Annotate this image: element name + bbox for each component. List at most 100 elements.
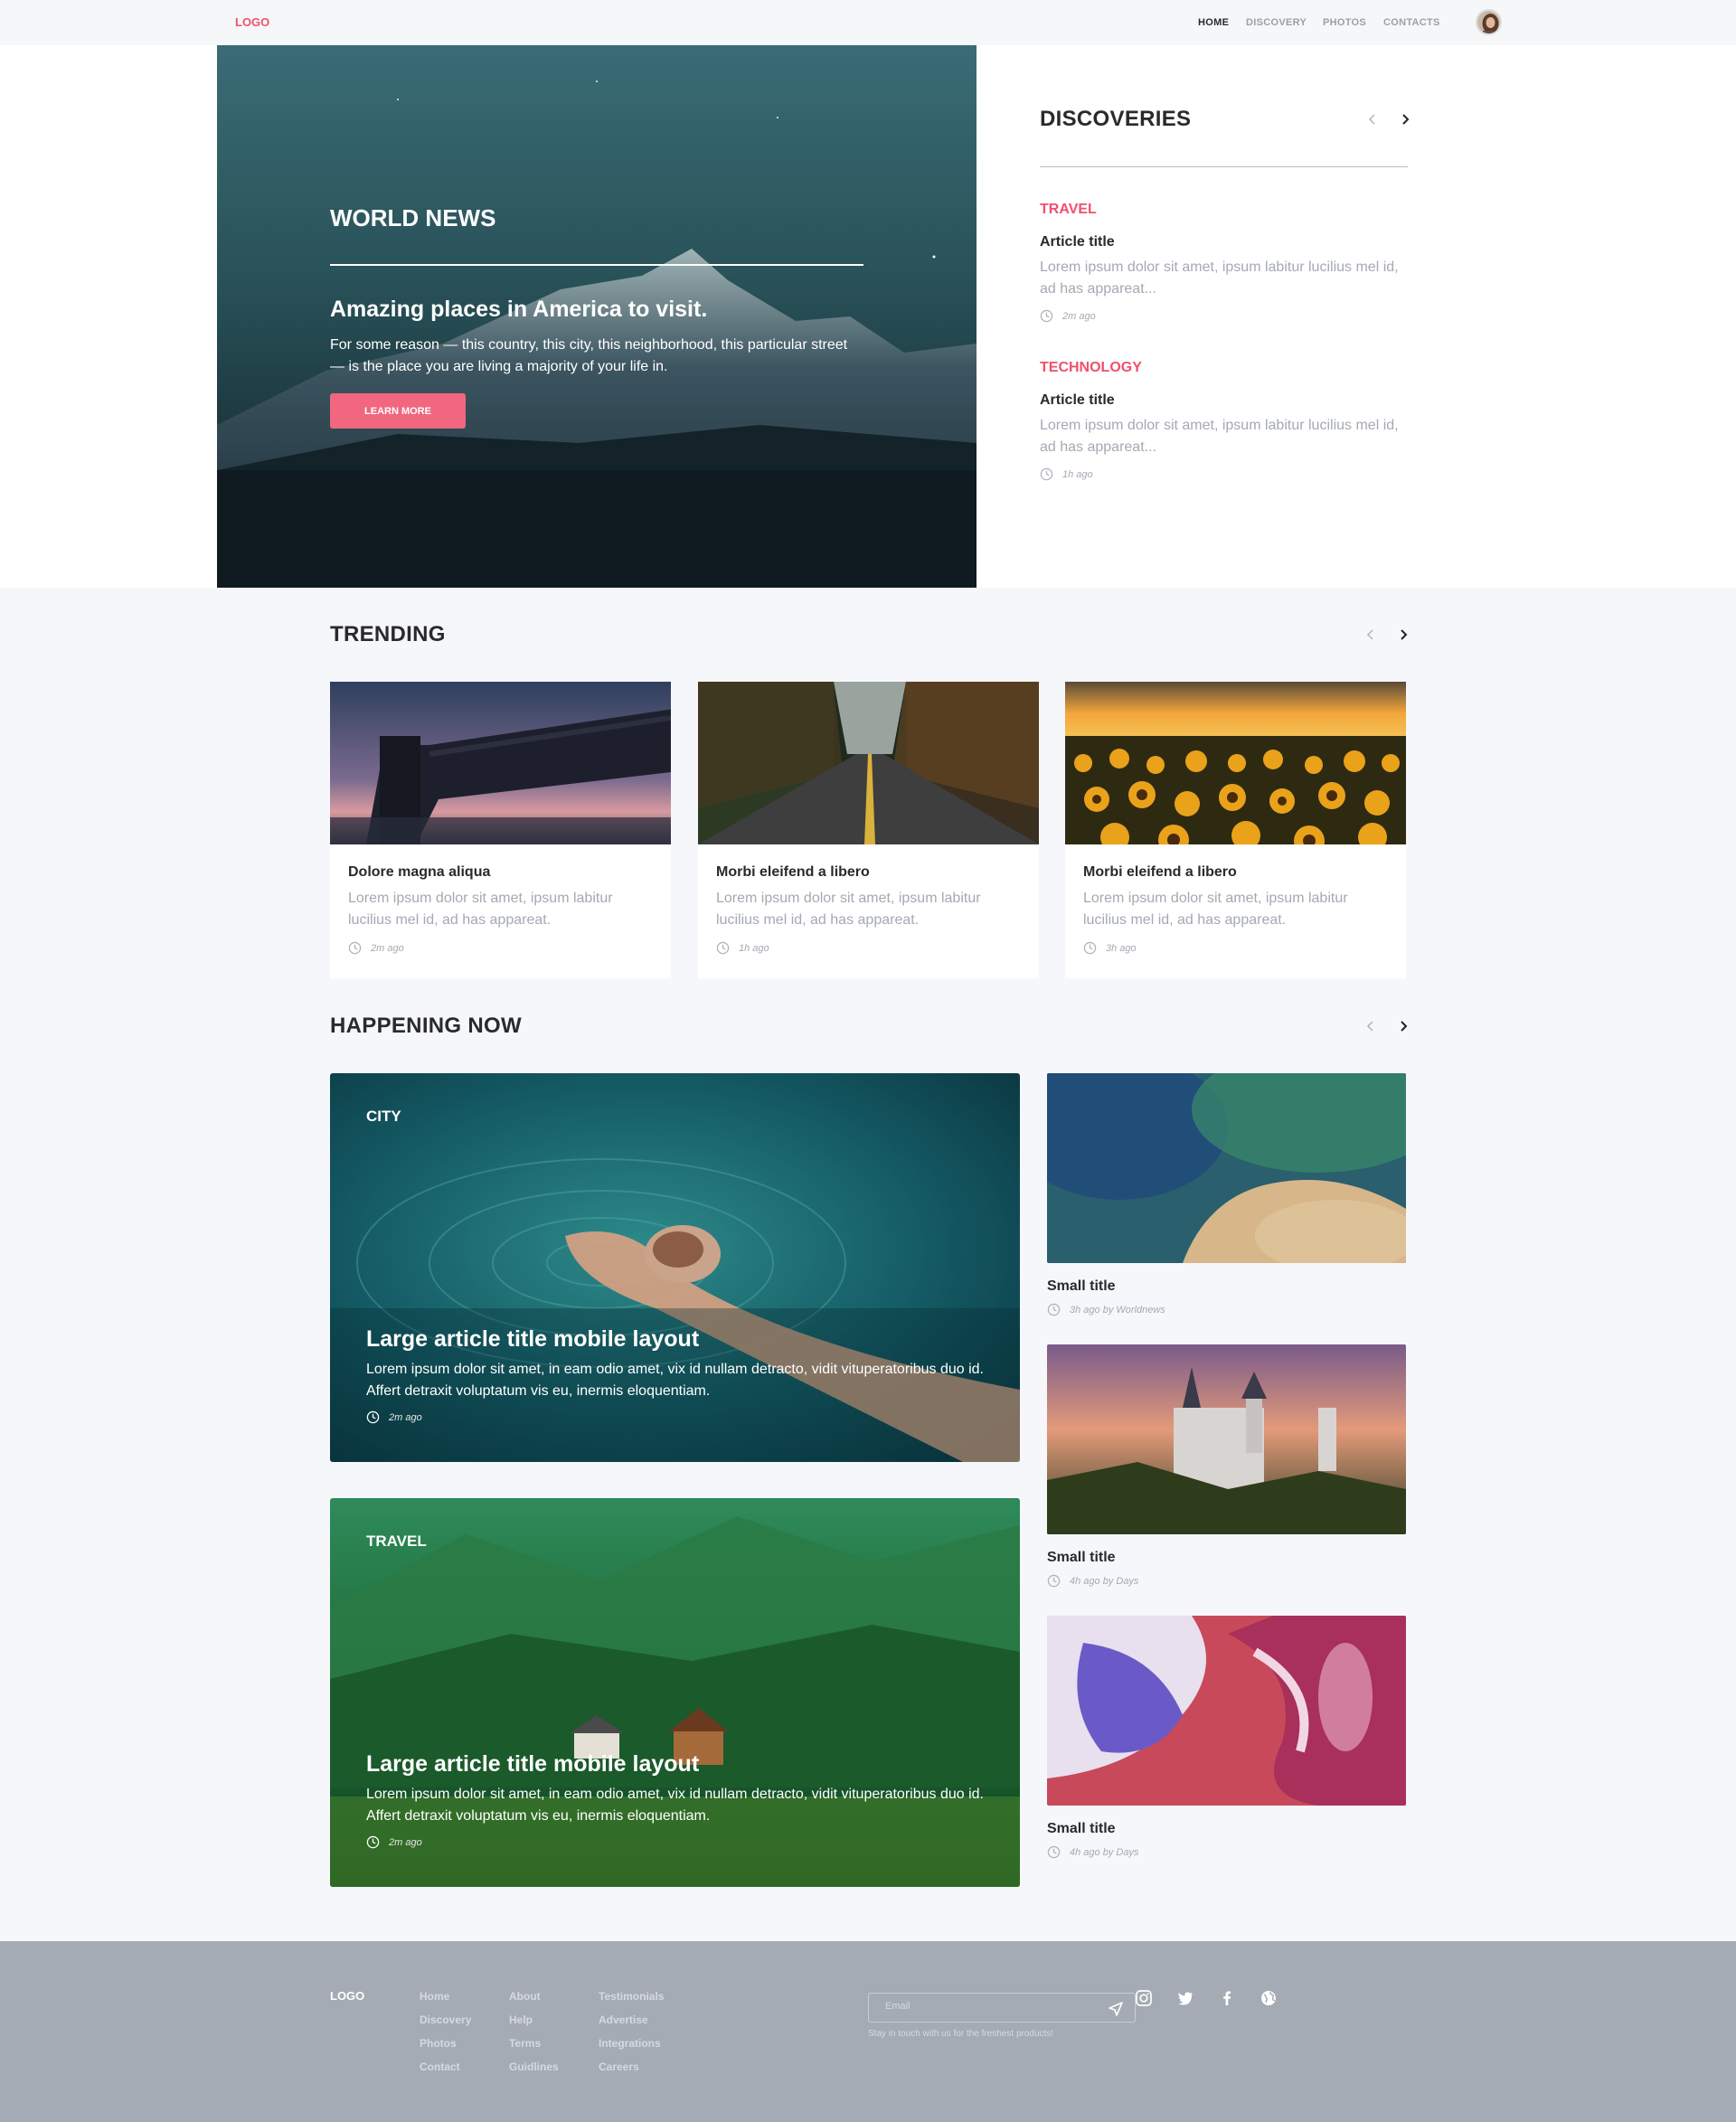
hero-banner: WORLD NEWS Amazing places in America to … (217, 45, 976, 588)
card-meta: 1h ago (716, 941, 769, 955)
card-time: 1h ago (739, 942, 769, 954)
footer-link-contact[interactable]: Contact (420, 2061, 460, 2073)
card-time: 3h ago (1106, 942, 1137, 954)
card-title: Morbi eleifend a libero (1083, 864, 1237, 880)
article-text: Lorem ipsum dolor sit amet, in eam odio … (366, 1787, 984, 1824)
article-title: Large article title mobile layout (366, 1326, 700, 1352)
footer-link-discovery[interactable]: Discovery (420, 2014, 471, 2026)
nav-link-home[interactable]: HOME (1198, 17, 1229, 28)
trending-card[interactable]: Morbi eleifend a libero Lorem ipsum dolo… (1065, 682, 1406, 978)
small-article-meta: 3h ago by Worldnews (1047, 1303, 1165, 1316)
clock-icon (1083, 941, 1097, 955)
clock-icon (366, 1835, 380, 1849)
card-text: Lorem ipsum dolor sit amet, ipsum labitu… (716, 891, 981, 928)
footer-link-integrations[interactable]: Integrations (599, 2037, 661, 2050)
user-avatar[interactable] (1476, 9, 1502, 35)
twitter-icon[interactable] (1175, 1988, 1195, 2008)
nav-link-contacts[interactable]: CONTACTS (1383, 17, 1440, 28)
footer-link-advertise[interactable]: Advertise (599, 2014, 648, 2026)
sunflower-field-image (1065, 682, 1406, 844)
card-meta: 3h ago (1083, 941, 1137, 955)
globe-icon[interactable] (1259, 1988, 1278, 2008)
footer-link-testimonials[interactable]: Testimonials (599, 1990, 664, 2003)
small-article-title[interactable]: Small title (1047, 1278, 1116, 1295)
trending-next-arrow[interactable] (1394, 626, 1412, 644)
newsletter-note: Stay in touch with us for the freshest p… (868, 2029, 1054, 2039)
discovery-category[interactable]: TECHNOLOGY (1040, 360, 1142, 376)
card-meta: 2m ago (348, 941, 404, 955)
discovery-category[interactable]: TRAVEL (1040, 202, 1097, 218)
email-input[interactable] (885, 2001, 1084, 2012)
large-article-card[interactable]: CITY Large article title mobile layout L… (330, 1073, 1020, 1462)
happening-prev-arrow[interactable] (1362, 1017, 1380, 1035)
footer-link-guidlines[interactable]: Guidlines (509, 2061, 559, 2073)
article-text: Lorem ipsum dolor sit amet, in eam odio … (366, 1362, 984, 1399)
chevron-right-icon (1401, 629, 1408, 640)
footer-link-help[interactable]: Help (509, 2014, 533, 2026)
happening-title: HAPPENING NOW (330, 1014, 522, 1038)
forest-road-image (698, 682, 1039, 844)
small-article-title[interactable]: Small title (1047, 1821, 1116, 1837)
large-article-card[interactable]: TRAVEL Large article title mobile layout… (330, 1498, 1020, 1887)
trending-prev-arrow[interactable] (1362, 626, 1380, 644)
card-title: Morbi eleifend a libero (716, 864, 870, 880)
hero-divider (330, 264, 863, 266)
nav-logo[interactable]: LOGO (235, 15, 269, 29)
trending-card[interactable]: Morbi eleifend a libero Lorem ipsum dolo… (698, 682, 1039, 978)
newsletter-form (868, 1993, 1136, 2023)
clock-icon (348, 941, 362, 955)
fluid-art-image[interactable] (1047, 1616, 1406, 1806)
discovery-time: 2m ago (1062, 310, 1096, 322)
discoveries-next-arrow[interactable] (1396, 110, 1414, 128)
clock-icon (1040, 309, 1053, 323)
footer-link-careers[interactable]: Careers (599, 2061, 639, 2073)
hero-label: WORLD NEWS (330, 204, 496, 231)
small-article-meta-text: 4h ago by Days (1070, 1846, 1139, 1858)
nav-link-photos[interactable]: PHOTOS (1323, 17, 1366, 28)
clock-icon (366, 1410, 380, 1424)
card-time: 2m ago (371, 942, 404, 954)
chevron-left-icon (1366, 1021, 1373, 1032)
forest-lake-image (330, 1498, 1020, 1887)
discovery-title[interactable]: Article title (1040, 392, 1115, 409)
instagram-icon[interactable] (1134, 1988, 1154, 2008)
castle-image[interactable] (1047, 1344, 1406, 1534)
discovery-meta: 1h ago (1040, 467, 1093, 481)
article-meta: 2m ago (366, 1410, 422, 1424)
small-article-meta-text: 3h ago by Worldnews (1070, 1304, 1165, 1316)
article-category: TRAVEL (366, 1533, 427, 1550)
footer-link-terms[interactable]: Terms (509, 2037, 541, 2050)
clock-icon (1047, 1574, 1061, 1588)
footer-link-about[interactable]: About (509, 1990, 541, 2003)
card-text: Lorem ipsum dolor sit amet, ipsum labitu… (1083, 891, 1348, 928)
chevron-left-icon (1368, 114, 1375, 125)
facebook-icon[interactable] (1217, 1988, 1237, 2008)
card-text: Lorem ipsum dolor sit amet, ipsum labitu… (348, 891, 613, 928)
trending-card[interactable]: Dolore magna aliqua Lorem ipsum dolor si… (330, 682, 671, 978)
clock-icon (716, 941, 730, 955)
bridge-image (330, 682, 671, 844)
learn-more-button[interactable]: LEARN MORE (330, 393, 466, 429)
footer-link-home[interactable]: Home (420, 1990, 449, 2003)
trending-title: TRENDING (330, 622, 446, 646)
card-title: Dolore magna aliqua (348, 864, 491, 880)
happening-next-arrow[interactable] (1394, 1017, 1412, 1035)
discovery-time: 1h ago (1062, 468, 1093, 480)
footer-link-photos[interactable]: Photos (420, 2037, 457, 2050)
discoveries-prev-arrow[interactable] (1363, 110, 1382, 128)
texture-image[interactable] (1047, 1073, 1406, 1263)
clock-icon (1047, 1845, 1061, 1859)
footer-logo[interactable]: LOGO (330, 1989, 364, 2003)
article-title: Large article title mobile layout (366, 1751, 700, 1777)
discovery-title[interactable]: Article title (1040, 234, 1115, 250)
chevron-right-icon (1402, 114, 1410, 125)
discoveries-title: DISCOVERIES (1040, 107, 1192, 131)
small-article-title[interactable]: Small title (1047, 1550, 1116, 1566)
article-time: 2m ago (389, 1411, 422, 1423)
nav-link-discovery[interactable]: DISCOVERY (1246, 17, 1307, 28)
hero-text: For some reason — this country, this cit… (330, 337, 848, 374)
discoveries-divider (1040, 166, 1408, 167)
article-category: CITY (366, 1108, 401, 1125)
discovery-meta: 2m ago (1040, 309, 1096, 323)
send-icon[interactable] (1106, 1999, 1126, 2019)
